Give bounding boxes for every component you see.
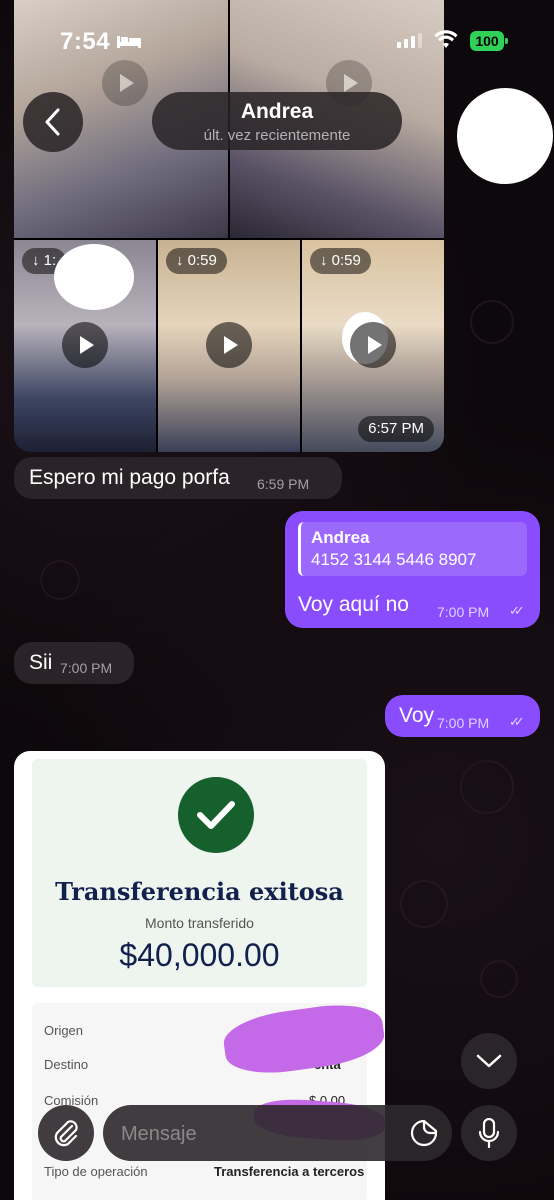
download-icon: ↓: [32, 252, 44, 269]
operation-type-label: Tipo de operación: [44, 1164, 148, 1179]
receipt-title: Transferencia exitosa: [55, 877, 344, 906]
play-icon[interactable]: [206, 322, 252, 368]
quote-text: 4152 3144 5446 8907: [311, 550, 477, 569]
origin-label: Origen: [44, 1023, 84, 1038]
download-icon: ↓: [176, 252, 188, 269]
scroll-to-bottom-button[interactable]: [461, 1033, 517, 1089]
message-text: Voy aquí no: [298, 593, 409, 616]
message-time: 6:57 PM: [358, 416, 434, 442]
redaction-mark: [54, 244, 134, 310]
sleep-focus-icon: [117, 36, 141, 48]
play-icon[interactable]: [350, 322, 396, 368]
message-text: Sii: [29, 651, 53, 674]
message-input[interactable]: [119, 1105, 403, 1163]
sticker-icon[interactable]: [410, 1119, 438, 1147]
video-thumbnail[interactable]: ↓ 0:59: [158, 240, 300, 452]
microphone-icon: [478, 1118, 500, 1148]
background-doodle: [460, 760, 514, 814]
video-duration: ↓ 0:59: [310, 248, 371, 274]
status-time: 7:54: [60, 28, 111, 55]
reply-quote[interactable]: Andrea 4152 3144 5446 8907: [298, 522, 527, 576]
message-time: 7:00 PM: [437, 604, 490, 620]
avatar[interactable]: [457, 88, 553, 184]
video-duration: ↓ 0:59: [166, 248, 227, 274]
video-thumbnail[interactable]: ↓ 0:59 6:57 PM: [302, 240, 444, 452]
chevron-down-icon: [476, 1054, 502, 1068]
video-thumbnail[interactable]: ↓ 1:: [14, 240, 156, 452]
message-text: Voy: [399, 704, 435, 727]
message-bubble-incoming[interactable]: Espero mi pago porfa 6:59 PM: [14, 457, 342, 499]
message-text: Espero mi pago porfa: [29, 466, 230, 489]
chat-title[interactable]: Andrea últ. vez recientemente: [152, 92, 402, 150]
message-bubble-outgoing[interactable]: Voy 7:00 PM ✓✓: [385, 695, 540, 737]
message-bubble-incoming[interactable]: Sii 7:00 PM: [14, 642, 134, 684]
attach-button[interactable]: [38, 1105, 94, 1161]
quote-author: Andrea: [311, 528, 370, 547]
read-receipt-icon: ✓✓: [509, 603, 525, 618]
battery-indicator: 100: [470, 31, 508, 51]
contact-name: Andrea: [240, 100, 314, 123]
message-bubble-outgoing[interactable]: Andrea 4152 3144 5446 8907 Voy aquí no 7…: [285, 511, 540, 628]
message-time: 7:00 PM: [60, 660, 113, 676]
play-icon[interactable]: [62, 322, 108, 368]
check-icon: [178, 777, 254, 853]
download-icon: ↓: [320, 252, 332, 269]
receipt-summary: Transferencia exitosa Monto transferido …: [32, 759, 367, 987]
operation-type-value: Transferencia a terceros: [214, 1164, 365, 1179]
chevron-left-icon: [45, 108, 60, 136]
background-doodle: [480, 960, 518, 998]
message-time: 6:59 PM: [257, 476, 310, 492]
last-seen-status: últ. vez recientemente: [203, 127, 351, 144]
cellular-signal-icon: [397, 33, 422, 48]
amount-value: $40,000.00: [119, 937, 280, 973]
voice-message-button[interactable]: [461, 1105, 517, 1161]
background-doodle: [470, 300, 514, 344]
read-receipt-icon: ✓✓: [509, 714, 525, 729]
wifi-icon: [434, 30, 458, 48]
background-doodle: [400, 880, 448, 928]
background-doodle: [40, 560, 80, 600]
message-time: 7:00 PM: [437, 715, 490, 731]
status-bar: 7:54 100: [0, 0, 554, 80]
back-button[interactable]: [23, 92, 83, 152]
message-input-container[interactable]: [103, 1105, 452, 1163]
destination-label: Destino: [44, 1057, 89, 1072]
paperclip-icon: [54, 1120, 78, 1147]
amount-label: Monto transferido: [145, 915, 254, 931]
